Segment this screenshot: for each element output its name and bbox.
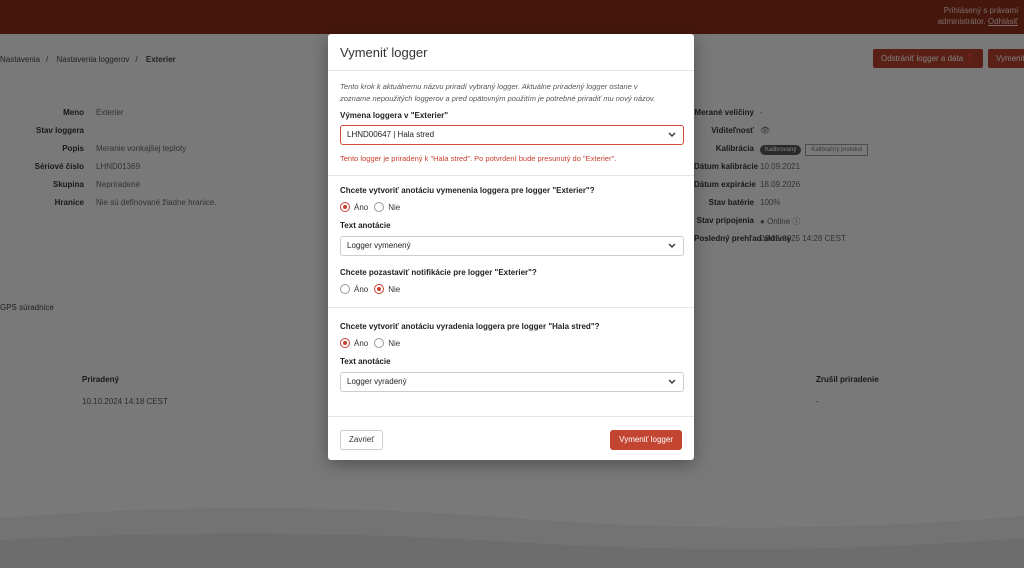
divider	[328, 307, 694, 308]
radio-checked-icon	[374, 284, 385, 294]
replace-annotation-no[interactable]: Nie	[374, 202, 400, 212]
modal-title: Vymeniť logger	[340, 45, 428, 60]
modal-footer: Zavrieť Vymeniť logger	[328, 416, 694, 460]
radio-label: Nie	[388, 338, 401, 348]
confirm-replace-button[interactable]: Vymeniť logger	[610, 430, 682, 450]
close-button[interactable]: Zavrieť	[340, 430, 384, 450]
radio-label: Nie	[388, 284, 401, 294]
chevron-down-icon	[668, 132, 676, 137]
radio-checked-icon	[340, 202, 350, 212]
retire-annotation-select[interactable]: Logger vyradený	[340, 372, 684, 392]
pause-notifications-no[interactable]: Nie	[374, 284, 400, 294]
annotation-text-label: Text anotácie	[340, 221, 391, 230]
chevron-down-icon	[668, 243, 676, 248]
radio-checked-icon	[340, 338, 350, 348]
modal-header: Vymeniť logger	[328, 34, 694, 71]
replace-annotation-select[interactable]: Logger vymenený	[340, 236, 684, 256]
pause-notifications-question: Chcete pozastaviť notifikácie pre logger…	[340, 268, 537, 277]
radio-unchecked-icon	[340, 284, 350, 294]
replacement-logger-select[interactable]: LHND00647 | Hala stred	[340, 125, 684, 145]
replacement-logger-value: LHND00647 | Hala stred	[347, 130, 435, 139]
radio-label: Áno	[354, 338, 369, 348]
radio-unchecked-icon	[374, 202, 385, 212]
retire-annotation-yes[interactable]: Áno	[340, 338, 368, 348]
assignment-warning: Tento logger je priradený k "Hala stred"…	[340, 154, 617, 163]
replace-annotation-value: Logger vymenený	[347, 241, 411, 250]
retire-annotation-question: Chcete vytvoriť anotáciu vyradenia logge…	[340, 322, 600, 331]
pause-notifications-yes[interactable]: Áno	[340, 284, 368, 294]
modal-intro: Tento krok k aktuálnemu názvu priradí vy…	[340, 82, 656, 103]
radio-label: Nie	[388, 202, 401, 212]
retire-annotation-no[interactable]: Nie	[374, 338, 400, 348]
replace-annotation-question: Chcete vytvoriť anotáciu vymenenia logge…	[340, 186, 595, 195]
replace-annotation-radio-group: Áno Nie	[340, 201, 682, 213]
replace-logger-modal: Vymeniť logger Tento krok k aktuálnemu n…	[328, 34, 694, 460]
radio-label: Áno	[354, 202, 369, 212]
radio-label: Áno	[354, 284, 369, 294]
divider	[328, 175, 694, 176]
annotation-text-label: Text anotácie	[340, 357, 391, 366]
pause-notifications-radio-group: Áno Nie	[340, 283, 682, 295]
retire-annotation-radio-group: Áno Nie	[340, 337, 682, 349]
radio-unchecked-icon	[374, 338, 385, 348]
modal-body: Tento krok k aktuálnemu názvu priradí vy…	[328, 71, 694, 392]
chevron-down-icon	[668, 379, 676, 384]
retire-annotation-value: Logger vyradený	[347, 377, 407, 386]
replace-annotation-yes[interactable]: Áno	[340, 202, 368, 212]
replace-select-label: Výmena loggera v "Exterier"	[340, 111, 449, 120]
